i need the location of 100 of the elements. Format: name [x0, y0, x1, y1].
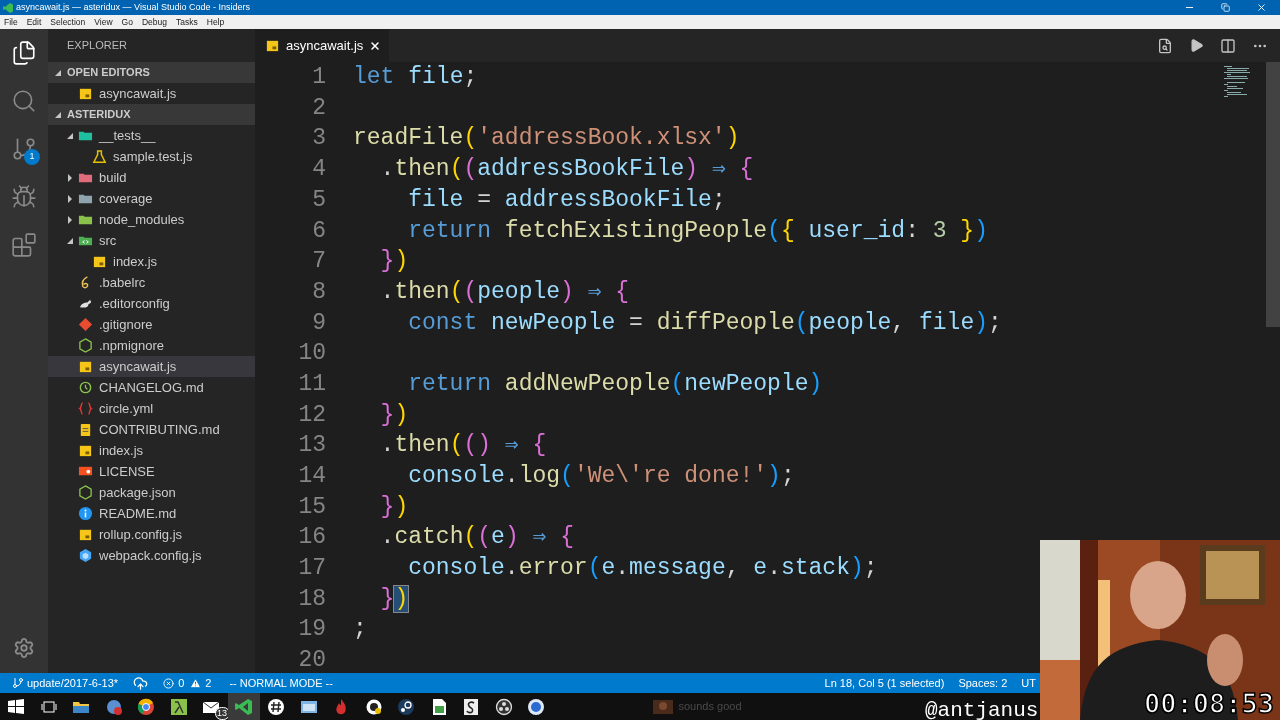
code-line: console.log('We\'re done!'); [407, 462, 795, 492]
collapsed-arrow-icon[interactable] [66, 173, 74, 182]
line-number: 17 [297, 554, 326, 584]
code-line: return fetchExistingPeople({ user_id: 3 }) [407, 216, 988, 246]
code-line: .then((addressBookFile) ⇒ { [379, 155, 754, 185]
indentation-status[interactable]: Spaces: 2 [958, 674, 1008, 692]
line-number: 19 [297, 615, 326, 645]
menu-item[interactable]: Go [121, 15, 133, 29]
encoding-status[interactable]: UT [1021, 674, 1036, 692]
split-editor-icon[interactable] [1220, 37, 1236, 54]
branch-icon [12, 677, 24, 689]
count-badge: 1 [24, 149, 40, 165]
menu-item[interactable]: Debug [141, 15, 167, 29]
line-number: 1 [311, 63, 326, 93]
file-tree-item[interactable]: CONTRIBUTING.md [48, 419, 255, 440]
js-file-icon [265, 38, 280, 53]
file-tree-item[interactable]: index.js [48, 440, 255, 461]
code-line: return addNewPeople(newPeople) [407, 369, 823, 399]
file-tree-item[interactable]: coverage [48, 188, 255, 209]
file-tree-item[interactable]: index.js [48, 251, 255, 272]
menu-item[interactable]: Help [206, 15, 225, 29]
file-tree-item[interactable]: CHANGELOG.md [48, 377, 255, 398]
files-icon [11, 40, 37, 66]
activity-bar-item[interactable]: 1 [0, 125, 48, 173]
search-file-icon[interactable] [1157, 37, 1173, 54]
expanded-arrow-icon[interactable] [66, 236, 74, 245]
file-tree-item[interactable]: package.json [48, 482, 255, 503]
file-tree-item[interactable]: README.md [48, 503, 255, 524]
menu-item[interactable]: File [4, 15, 18, 29]
file-tree-item[interactable]: node_modules [48, 209, 255, 230]
file-tree-item[interactable]: __tests__ [48, 125, 255, 146]
code-line: const newPeople = diffPeople(people, file); [407, 308, 1002, 338]
file-tree-item[interactable]: rollup.config.js [48, 524, 255, 545]
app-logo-icon [3, 2, 13, 13]
file-tree-item[interactable]: .editorconfig [48, 293, 255, 314]
settings-icon[interactable] [13, 637, 35, 659]
line-number: 12 [297, 400, 326, 430]
code-line: .then(() ⇒ { [379, 431, 547, 461]
menu-item[interactable]: Selection [50, 15, 86, 29]
js-file-icon [92, 254, 107, 269]
section-header[interactable]: ASTERIDUX [48, 104, 255, 125]
file-tree-item[interactable]: asyncawait.js [48, 356, 255, 377]
editor-tab[interactable]: asyncawait.js [255, 29, 390, 62]
window-title: asyncawait.js — asteridux — Visual Studio Code - Insiders [16, 0, 250, 14]
collapsed-arrow-icon[interactable] [66, 215, 74, 224]
line-number: 13 [297, 431, 326, 461]
flask-icon [92, 149, 107, 164]
diamond-icon [78, 317, 93, 332]
bug-icon [11, 184, 37, 210]
collapsed-arrow-icon[interactable] [66, 194, 74, 203]
line-number: 20 [297, 646, 326, 676]
js-file-icon [78, 359, 93, 374]
cube-icon [78, 548, 93, 563]
expanded-arrow-icon[interactable] [54, 110, 62, 119]
file-tree-item[interactable]: src [48, 230, 255, 251]
file-tree-item[interactable]: asyncawait.js [48, 83, 255, 104]
file-tree-item[interactable]: .babelrc [48, 272, 255, 293]
paint-icon [364, 697, 383, 716]
lambda-icon [169, 697, 188, 716]
chat-message: sounds good [678, 699, 742, 715]
expanded-arrow-icon[interactable] [54, 68, 62, 77]
code-line: .then((people) ⇒ { [379, 277, 630, 307]
code-line: }) [379, 247, 409, 277]
line-number: 7 [311, 247, 326, 277]
code-line: }) [379, 492, 409, 522]
file-tree-item[interactable]: sample.test.js [48, 146, 255, 167]
branch-status[interactable]: update/2017-6-13* [12, 674, 119, 692]
file-tree-item[interactable]: .gitignore [48, 314, 255, 335]
expanded-arrow-icon[interactable] [66, 131, 74, 140]
file-tree-item[interactable]: .npmignore [48, 335, 255, 356]
menu-item[interactable]: View [94, 15, 113, 29]
line-number: 14 [297, 462, 326, 492]
line-number: 15 [297, 492, 326, 522]
cursor-position[interactable]: Ln 18, Col 5 (1 selected) [824, 674, 945, 692]
sync-icon[interactable] [133, 675, 149, 691]
section-header[interactable]: OPEN EDITORS [48, 62, 255, 83]
play-icon[interactable] [1189, 38, 1204, 53]
scrollbar[interactable] [1266, 62, 1280, 327]
js-file-icon [78, 86, 93, 101]
browser-icon [137, 697, 156, 716]
search-icon [11, 88, 37, 114]
warning-icon [190, 677, 202, 689]
menu-item[interactable]: Tasks [176, 15, 198, 29]
file-tree-item[interactable]: webpack.config.js [48, 545, 255, 566]
file-tree-item[interactable]: LICENSE [48, 461, 255, 482]
close-icon[interactable] [369, 39, 382, 52]
line-number: 16 [297, 523, 326, 553]
problems-status[interactable]: 0 2 [163, 674, 212, 692]
code-line: readFile('addressBook.xlsx') [353, 124, 740, 154]
js-file-icon [78, 527, 93, 542]
steam-icon [397, 697, 416, 716]
app-icon [462, 697, 481, 716]
menu-item[interactable]: Edit [26, 15, 42, 29]
file-tree-item[interactable]: circle.yml [48, 398, 255, 419]
file-tree-item[interactable]: build [48, 167, 255, 188]
code-line: let file; [353, 63, 478, 93]
history-icon [78, 380, 93, 395]
code-line: }) [379, 584, 409, 614]
js-file-icon [78, 443, 93, 458]
restore-icon[interactable] [1221, 3, 1230, 12]
